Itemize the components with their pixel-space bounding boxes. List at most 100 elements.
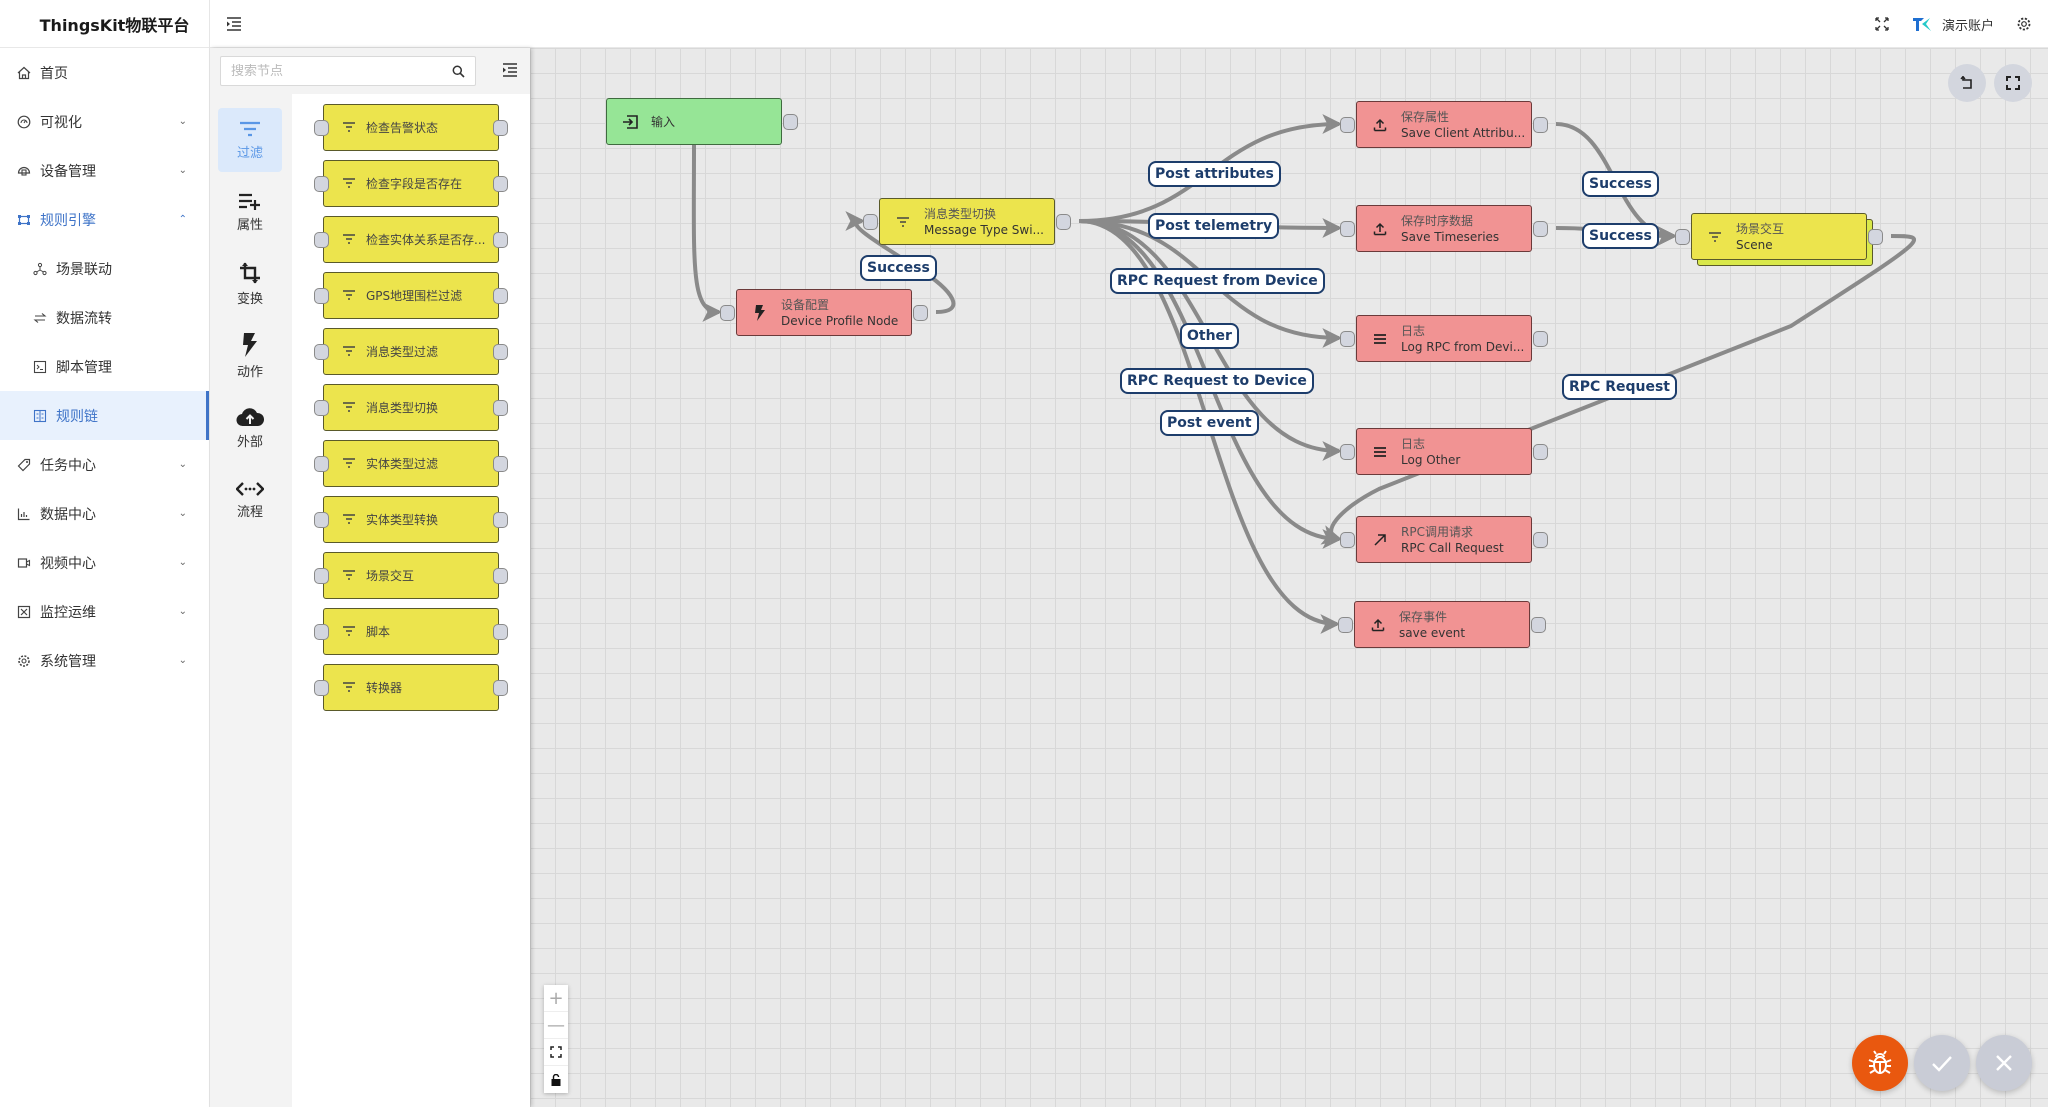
undo-button[interactable] [1948,64,1986,102]
palette-node[interactable]: GPS地理围栏过滤 [314,272,508,319]
rule-node-log-rpc[interactable]: 日志 Log RPC from Devi... [1340,315,1548,362]
input-port [314,176,329,192]
sidebar-item-data-center[interactable]: 数据中心 ⌄ [0,489,209,538]
connection-label[interactable]: RPC Request from Device [1110,268,1325,294]
output-port[interactable] [493,120,508,136]
output-port[interactable] [493,680,508,696]
output-port[interactable] [493,344,508,360]
sidebar-item-video-center[interactable]: 视频中心 ⌄ [0,538,209,587]
settings-button[interactable] [2016,16,2032,32]
input-port[interactable] [720,305,735,321]
sidebar-collapse-button[interactable] [222,12,246,36]
input-port[interactable] [1340,117,1355,133]
category-tab-action[interactable]: 动作 [218,324,282,388]
sidebar-item-rule-chain[interactable]: 规则链 [0,391,209,440]
palette-node[interactable]: 场景交互 [314,552,508,599]
output-port[interactable] [493,456,508,472]
output-port[interactable] [783,114,798,130]
sidebar-item-script-management[interactable]: 脚本管理 [0,342,209,391]
zoom-in-button[interactable]: + [544,985,568,1012]
output-port[interactable] [1056,214,1071,230]
discard-changes-button[interactable] [1976,1035,2032,1091]
output-port[interactable] [1533,221,1548,237]
sidebar-item-system-management[interactable]: 系统管理 ⌄ [0,636,209,685]
connection-label[interactable]: Post attributes [1148,161,1281,187]
rule-node-msg-switch[interactable]: 消息类型切换 Message Type Swi... [863,198,1071,245]
input-port[interactable] [1675,229,1690,245]
sidebar-item-home[interactable]: 首页 [0,48,209,97]
output-port[interactable] [493,400,508,416]
input-port[interactable] [1340,532,1355,548]
output-port[interactable] [493,568,508,584]
output-port[interactable] [1533,444,1548,460]
output-port[interactable] [1868,229,1883,245]
connection-label[interactable]: Post event [1160,410,1259,436]
input-port[interactable] [1338,617,1353,633]
input-port[interactable] [1340,221,1355,237]
category-tab-external[interactable]: 外部 [218,396,282,460]
palette-node[interactable]: 检查实体关系是否存... [314,216,508,263]
sidebar-item-task-center[interactable]: 任务中心 ⌄ [0,440,209,489]
palette-node[interactable]: 转换器 [314,664,508,711]
output-port[interactable] [493,624,508,640]
connection-input-to-device-profile[interactable] [691,144,723,322]
rule-node-save-ts[interactable]: 保存时序数据 Save Timeseries [1340,205,1548,252]
input-port[interactable] [1340,444,1355,460]
output-port[interactable] [1533,331,1548,347]
palette-node[interactable]: 检查告警状态 [314,104,508,151]
rule-node-device-profile[interactable]: 设备配置 Device Profile Node [720,289,928,336]
connection-label[interactable]: Success [860,255,937,281]
category-tab-flow[interactable]: 流程 [218,468,282,532]
category-tab-attribute[interactable]: 属性 [218,180,282,244]
sidebar-item-monitoring[interactable]: 监控运维 ⌄ [0,587,209,636]
canvas-fullscreen-button[interactable] [1994,64,2032,102]
connection-label[interactable]: Other [1180,323,1239,349]
input-port[interactable] [863,214,878,230]
connection-label[interactable]: RPC Request [1562,374,1677,400]
fullscreen-button[interactable] [1874,16,1890,32]
connection-label[interactable]: RPC Request to Device [1120,368,1314,394]
lock-button[interactable] [544,1066,568,1093]
palette-node[interactable]: 实体类型过滤 [314,440,508,487]
sidebar-item-label: 监控运维 [40,604,96,621]
output-port[interactable] [1533,117,1548,133]
output-port[interactable] [493,512,508,528]
fit-view-button[interactable] [544,1039,568,1066]
output-port[interactable] [913,305,928,321]
rule-node-scene[interactable]: 场景交互 Scene [1675,213,1883,260]
output-port[interactable] [1533,532,1548,548]
sidebar-item-device-management[interactable]: 设备管理 ⌄ [0,146,209,195]
category-tab-filter[interactable]: 过滤 [218,108,282,172]
palette-toggle-button[interactable] [502,62,518,81]
input-port[interactable] [1340,331,1355,347]
zoom-out-button[interactable]: — [544,1012,568,1039]
node-search-input[interactable] [231,63,452,79]
connection-label[interactable]: Post telemetry [1148,213,1280,239]
palette-node[interactable]: 检查字段是否存在 [314,160,508,207]
sidebar-item-scene-linkage[interactable]: 场景联动 [0,244,209,293]
rule-node-save-event[interactable]: 保存事件 save event [1338,601,1546,648]
output-port[interactable] [493,176,508,192]
rule-node-save-attr[interactable]: 保存属性 Save Client Attribu... [1340,101,1548,148]
output-port[interactable] [1531,617,1546,633]
palette-node[interactable]: 消息类型切换 [314,384,508,431]
palette-node[interactable]: 消息类型过滤 [314,328,508,375]
sidebar-item-visualization[interactable]: 可视化 ⌄ [0,97,209,146]
connection-label[interactable]: Success [1582,223,1659,249]
rule-node-input[interactable]: 输入 [606,98,798,145]
sidebar-item-data-flow[interactable]: 数据流转 [0,293,209,342]
output-port[interactable] [493,288,508,304]
output-port[interactable] [493,232,508,248]
rule-node-rpc-call[interactable]: RPC调用请求 RPC Call Request [1340,516,1548,563]
category-tab-transform[interactable]: 变换 [218,252,282,316]
connection-label[interactable]: Success [1582,171,1659,197]
palette-node[interactable]: 实体类型转换 [314,496,508,543]
account-menu[interactable]: 演示账户 [1912,15,1994,34]
sidebar-item-rule-engine[interactable]: 规则引擎 ⌃ [0,195,209,244]
rule-node-log-other[interactable]: 日志 Log Other [1340,428,1548,475]
apply-changes-button[interactable] [1914,1035,1970,1091]
search-icon[interactable] [452,65,465,78]
palette-node[interactable]: 脚本 [314,608,508,655]
debug-button[interactable] [1852,1035,1908,1091]
rule-chain-canvas[interactable]: + — 输入设备配置 Device Profile Node 消息类型切换 Messa… [530,48,2048,1107]
